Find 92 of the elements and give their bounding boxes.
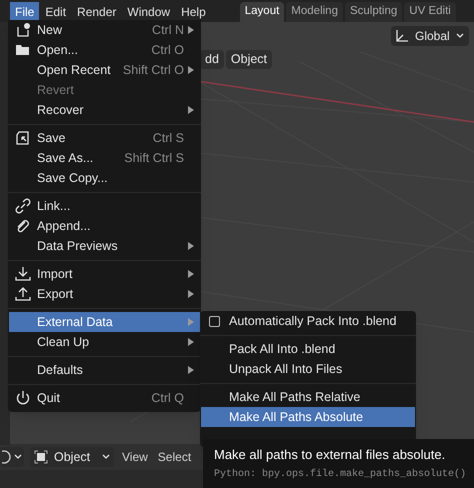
- menu-item[interactable]: Clean Up: [9, 332, 200, 352]
- menu-item-label: Automatically Pack Into .blend: [229, 312, 396, 330]
- menu-item-label: External Data: [37, 314, 114, 331]
- menu-item[interactable]: Recover: [9, 100, 200, 120]
- orientation-dropdown[interactable]: Global: [391, 26, 469, 46]
- menu-item[interactable]: Export: [9, 284, 200, 304]
- submenu-arrow-icon: [188, 270, 194, 278]
- shortcut-label: Ctrl O: [151, 42, 184, 59]
- workspace-tab[interactable]: Sculpting: [344, 2, 402, 22]
- menu-item[interactable]: External Data: [9, 312, 200, 332]
- menu-item[interactable]: Make All Paths Relative: [201, 387, 415, 407]
- workspace-tab[interactable]: Modeling: [286, 2, 343, 22]
- chevron-down-icon: [14, 454, 22, 460]
- menu-item-label: Data Previews: [37, 238, 119, 255]
- object-mode-icon: [34, 450, 48, 464]
- checkbox[interactable]: [209, 316, 220, 326]
- menu-item[interactable]: Data Previews: [9, 236, 200, 256]
- menu-item-label: Import: [37, 266, 74, 283]
- menu-item-label: Export: [37, 286, 74, 303]
- submenu-arrow-icon: [188, 26, 194, 34]
- menu-item[interactable]: Quit Ctrl Q: [9, 388, 200, 408]
- menu-item[interactable]: Unpack All Into Files: [201, 359, 415, 379]
- header-menu-item[interactable]: Select: [156, 448, 194, 466]
- menu-item[interactable]: Link...: [9, 196, 200, 216]
- menu-item-label: Make All Paths Relative: [229, 388, 360, 406]
- menu-item[interactable]: Pack All Into .blend: [201, 339, 415, 359]
- export-icon: [15, 286, 31, 302]
- menu-item[interactable]: Render: [72, 2, 122, 22]
- menu-item[interactable]: Automatically Pack Into .blend: [201, 311, 415, 331]
- menu-item[interactable]: Import: [9, 264, 200, 284]
- menu-item[interactable]: Window: [122, 2, 176, 22]
- menu-item-label: Save: [37, 130, 66, 147]
- menu-item[interactable]: Edit: [40, 2, 72, 22]
- shortcut-label: Ctrl S: [152, 130, 184, 147]
- shortcut-label: Shift Ctrl S: [124, 150, 184, 167]
- submenu-arrow-icon: [188, 338, 194, 346]
- submenu-arrow-icon: [188, 366, 194, 374]
- menu-item[interactable]: Help: [176, 2, 211, 22]
- menu-item-label: Append...: [37, 218, 92, 235]
- menu-item[interactable]: Make All Paths Absolute: [201, 407, 415, 427]
- save-icon: [15, 130, 31, 146]
- menu-item-label: Save Copy...: [37, 170, 109, 187]
- menu-item-label: Recover: [37, 102, 85, 119]
- menu-item[interactable]: New Ctrl N: [9, 20, 200, 40]
- link-icon: [15, 198, 31, 214]
- menu-item[interactable]: Open Recent Shift Ctrl O: [9, 60, 200, 80]
- transform-axes-icon: [395, 29, 409, 43]
- import-icon: [15, 266, 31, 282]
- header-menu-button[interactable]: dd: [200, 50, 224, 69]
- menu-item-label: Pack All Into .blend: [229, 340, 336, 358]
- shortcut-label: Shift Ctrl O: [122, 62, 184, 79]
- workspace-tab[interactable]: UV Editi: [404, 2, 456, 22]
- new-file-icon: [15, 22, 31, 38]
- menu-item-label: Link...: [37, 198, 72, 215]
- submenu-arrow-icon: [188, 318, 194, 326]
- menu-item[interactable]: Save Ctrl S: [9, 128, 200, 148]
- submenu-arrow-icon: [188, 290, 194, 298]
- workspace-tab[interactable]: Layout: [240, 2, 284, 22]
- orientation-value: Global: [415, 28, 450, 45]
- shortcut-label: Ctrl Q: [151, 390, 184, 407]
- menu-item-label: Unpack All Into Files: [229, 360, 342, 378]
- menu-item[interactable]: Defaults: [9, 360, 200, 380]
- submenu-arrow-icon: [188, 242, 194, 250]
- menu-item-label: Defaults: [37, 362, 84, 379]
- menu-item-label: Open Recent: [37, 62, 112, 79]
- chevron-down-icon: [102, 454, 110, 460]
- menu-item[interactable]: File: [10, 2, 40, 22]
- menu-item-label: Make All Paths Absolute: [229, 408, 364, 426]
- folder-icon: [15, 42, 31, 58]
- paperclip-icon: [15, 218, 31, 234]
- header-menu-item[interactable]: View: [120, 448, 150, 466]
- mode-label: Object: [54, 448, 92, 466]
- menu-item-label: Revert: [37, 82, 75, 99]
- shortcut-label: Ctrl N: [152, 22, 184, 39]
- submenu-arrow-icon: [188, 66, 194, 74]
- chevron-down-icon: [456, 33, 464, 39]
- tooltip-text: Make all paths to external files absolute.: [214, 446, 446, 464]
- python-path: Python: bpy.ops.file.make_paths_absolute(): [214, 468, 468, 482]
- mode-dropdown[interactable]: Object: [30, 447, 114, 467]
- menu-item-label: Clean Up: [37, 334, 90, 351]
- editor-type-dropdown[interactable]: [0, 447, 24, 467]
- menu-item-label: Save As...: [37, 150, 94, 167]
- menu-item[interactable]: Open... Ctrl O: [9, 40, 200, 60]
- menu-item[interactable]: Save As... Shift Ctrl S: [9, 148, 200, 168]
- menu-item[interactable]: Append...: [9, 216, 200, 236]
- menu-item-label: New: [37, 22, 64, 39]
- power-icon: [15, 390, 31, 406]
- menu-item[interactable]: Save Copy...: [9, 168, 200, 188]
- submenu-arrow-icon: [188, 106, 194, 114]
- menu-item-label: Open...: [37, 42, 79, 59]
- header-menu-button[interactable]: Object: [226, 50, 272, 69]
- menu-item-label: Quit: [37, 390, 61, 407]
